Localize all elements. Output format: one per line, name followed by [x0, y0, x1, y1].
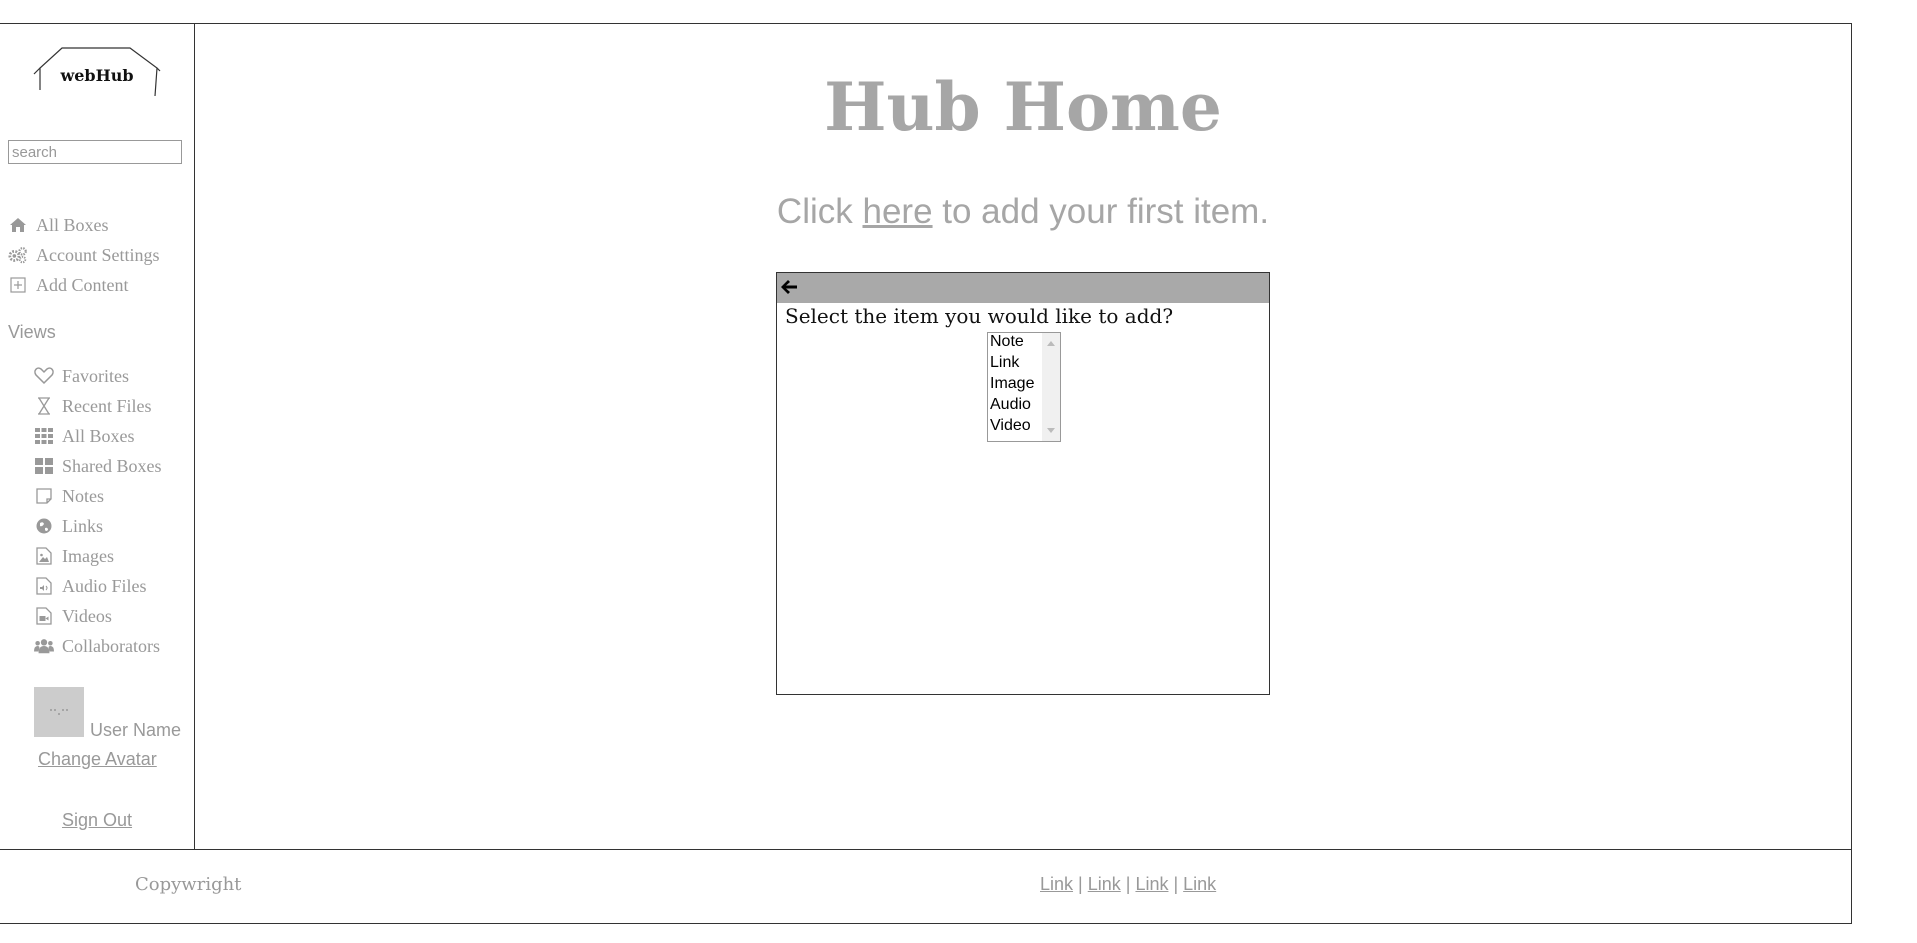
footer-links: Link | Link | Link | Link	[1040, 874, 1216, 895]
search-input[interactable]	[8, 140, 182, 164]
sidebar-divider	[194, 23, 195, 849]
option-link[interactable]: Link	[990, 354, 1019, 375]
view-images[interactable]: Images	[34, 543, 114, 569]
nav-label: Add Content	[36, 274, 129, 295]
scroll-up-arrow-icon[interactable]	[1047, 341, 1055, 346]
logo[interactable]: webHub	[32, 44, 162, 104]
sign-out-link[interactable]: Sign Out	[62, 810, 132, 831]
view-links[interactable]: Links	[34, 513, 103, 539]
nav-account-settings[interactable]: Account Settings	[8, 242, 160, 268]
view-favorites[interactable]: Favorites	[34, 363, 129, 389]
heart-icon	[34, 367, 54, 385]
option-video[interactable]: Video	[990, 417, 1031, 438]
arrow-left-icon	[781, 280, 797, 294]
dialog-header-bar	[777, 273, 1269, 303]
footer-separator: |	[1125, 874, 1131, 894]
footer-top-border	[0, 849, 1852, 850]
view-label: Audio Files	[62, 575, 147, 596]
tiles-icon	[34, 457, 54, 475]
nav-label: Account Settings	[36, 244, 160, 265]
image-file-icon	[34, 547, 54, 565]
view-all-boxes[interactable]: All Boxes	[34, 423, 135, 449]
sidebar: webHub All Boxes Account Settings Add Co…	[0, 24, 194, 849]
add-item-dialog: Select the item you would like to add? N…	[776, 272, 1270, 695]
option-audio[interactable]: Audio	[990, 396, 1031, 417]
option-image[interactable]: Image	[990, 375, 1034, 396]
footer-separator: |	[1173, 874, 1179, 894]
avatar[interactable]	[34, 687, 84, 737]
view-label: Notes	[62, 485, 104, 506]
view-label: Recent Files	[62, 395, 152, 416]
nav-add-content[interactable]: Add Content	[8, 272, 129, 298]
globe-icon	[34, 517, 54, 535]
logo-text: webHub	[60, 66, 134, 85]
avatar-placeholder-icon	[46, 705, 72, 719]
prompt-before: Click	[776, 192, 863, 231]
frame-right-border	[1851, 23, 1852, 923]
dialog-question: Select the item you would like to add?	[785, 304, 1174, 328]
view-shared-boxes[interactable]: Shared Boxes	[34, 453, 161, 479]
view-label: Videos	[62, 605, 112, 626]
page-title: Hub Home	[824, 68, 1222, 146]
plus-square-icon	[8, 276, 28, 294]
view-notes[interactable]: Notes	[34, 483, 104, 509]
view-recent-files[interactable]: Recent Files	[34, 393, 151, 419]
users-icon	[34, 637, 54, 655]
view-label: Images	[62, 545, 114, 566]
nav-all-boxes[interactable]: All Boxes	[8, 212, 109, 238]
footer-link-3[interactable]: Link	[1135, 874, 1168, 894]
video-file-icon	[34, 607, 54, 625]
add-item-prompt: Click here to add your first item.	[195, 192, 1851, 232]
note-icon	[34, 487, 54, 505]
footer-link-4[interactable]: Link	[1183, 874, 1216, 894]
audio-file-icon	[34, 577, 54, 595]
frame-top-border	[0, 23, 1852, 24]
view-label: All Boxes	[62, 425, 135, 446]
user-name: User Name	[90, 720, 182, 740]
item-type-listbox[interactable]: Note Link Image Audio Video	[987, 332, 1061, 442]
view-label: Shared Boxes	[62, 455, 162, 476]
footer-link-2[interactable]: Link	[1088, 874, 1121, 894]
copyright-text: Copywright	[135, 874, 242, 895]
view-audio-files[interactable]: Audio Files	[34, 573, 147, 599]
option-note[interactable]: Note	[990, 333, 1024, 354]
grid-icon	[34, 427, 54, 445]
view-label: Favorites	[62, 365, 129, 386]
view-videos[interactable]: Videos	[34, 603, 112, 629]
nav-label: All Boxes	[36, 214, 109, 235]
view-collaborators[interactable]: Collaborators	[34, 633, 160, 659]
views-heading: Views	[8, 322, 56, 342]
change-avatar-link[interactable]: Change Avatar	[38, 749, 157, 770]
footer-link-1[interactable]: Link	[1040, 874, 1073, 894]
home-icon	[8, 216, 28, 234]
footer-bottom-border	[0, 923, 1852, 924]
gears-icon	[8, 246, 28, 264]
listbox-scrollbar[interactable]	[1042, 333, 1060, 441]
back-button[interactable]	[779, 277, 799, 299]
hourglass-icon	[34, 397, 54, 415]
prompt-after: to add your first item.	[932, 192, 1270, 231]
scroll-down-arrow-icon[interactable]	[1047, 428, 1055, 433]
add-item-link[interactable]: here	[862, 192, 932, 231]
footer-separator: |	[1078, 874, 1083, 894]
view-label: Links	[62, 515, 104, 536]
view-label: Collaborators	[62, 635, 160, 656]
